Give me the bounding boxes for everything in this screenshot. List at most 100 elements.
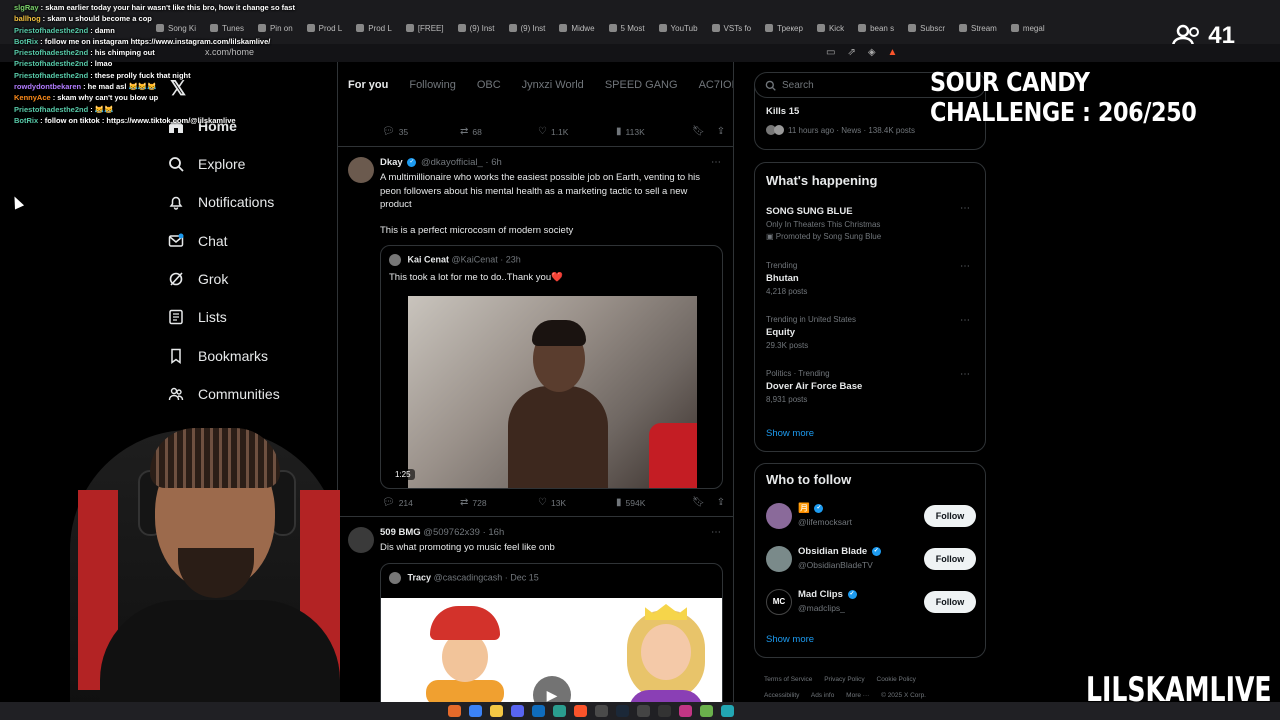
like-button[interactable]: ♡ 1.1K bbox=[538, 126, 616, 137]
follow-suggestion[interactable]: MC Mad Clips ✓ @madclips_ Follow bbox=[766, 587, 976, 617]
author-name[interactable]: Dkay bbox=[380, 157, 403, 168]
trend-item[interactable]: Politics · Trending Dover Air Force Base… bbox=[766, 369, 976, 404]
browser-tab[interactable]: (9) Inst bbox=[452, 18, 501, 38]
footer-accessibility[interactable]: Accessibility bbox=[764, 692, 799, 699]
footer-terms[interactable]: Terms of Service bbox=[764, 676, 812, 683]
shield-icon[interactable]: ◈ bbox=[868, 47, 876, 58]
show-more-follows-link[interactable]: Show more bbox=[766, 634, 814, 645]
play-icon[interactable]: ▶ bbox=[533, 676, 571, 702]
nav-grok[interactable]: Grok bbox=[168, 267, 228, 291]
video-player[interactable] bbox=[408, 296, 697, 488]
nav-lists[interactable]: Lists bbox=[168, 305, 227, 329]
author-name[interactable]: 509 BMG bbox=[380, 527, 421, 538]
share-icon[interactable]: ⇪ bbox=[717, 126, 725, 137]
bookmark-icon[interactable]: 🔖︎ bbox=[692, 126, 705, 137]
nav-notifications[interactable]: Notifications bbox=[168, 190, 274, 214]
follow-button[interactable]: Follow bbox=[924, 591, 976, 613]
trend-item[interactable]: Trending in United States Equity 29.3K p… bbox=[766, 315, 976, 350]
tab-for-you[interactable]: For you bbox=[348, 79, 388, 91]
app-icon[interactable] bbox=[553, 705, 566, 717]
trend-item[interactable]: Trending Bhutan 4,218 posts ⋯ bbox=[766, 261, 976, 296]
app-icon[interactable] bbox=[448, 705, 461, 717]
browser-tab[interactable]: 5 Most bbox=[603, 18, 651, 38]
author-handle[interactable]: @dkayofficial_ · 6h bbox=[421, 157, 502, 168]
mad-clips-logo[interactable]: MC bbox=[766, 589, 792, 615]
footer-privacy[interactable]: Privacy Policy bbox=[824, 676, 864, 683]
nav-label-bookmarks: Bookmarks bbox=[198, 348, 269, 364]
copilot-icon[interactable] bbox=[469, 705, 482, 717]
nav-chat[interactable]: Chat bbox=[168, 229, 228, 253]
folder-icon[interactable] bbox=[490, 705, 503, 717]
browser-tab[interactable]: VSTs fo bbox=[706, 18, 758, 38]
follow-suggestion[interactable]: 🈷️ ✓ @lifemocksart Follow bbox=[766, 501, 976, 531]
app-icon[interactable] bbox=[700, 705, 713, 717]
tab-following[interactable]: Following bbox=[409, 79, 455, 91]
more-icon[interactable]: ⋯ bbox=[960, 315, 970, 326]
tweet-509bmg[interactable]: 509 BMG @509762x39 · 16h ⋯ Dis what prom… bbox=[338, 516, 733, 702]
browser-tab[interactable]: Midwe bbox=[553, 18, 600, 38]
obs-icon[interactable] bbox=[595, 705, 608, 717]
browser-tab[interactable]: Stream bbox=[953, 18, 1003, 38]
bookmark-icon[interactable]: 🔖︎ bbox=[692, 497, 705, 508]
more-icon[interactable]: ⋯ bbox=[960, 261, 970, 272]
reply-button[interactable]: 💬︎ 214 bbox=[382, 497, 460, 508]
discord-icon[interactable] bbox=[511, 705, 524, 717]
repost-button[interactable]: ⇄ 68 bbox=[460, 126, 538, 137]
browser-tab[interactable]: (9) Inst bbox=[503, 18, 552, 38]
avatar[interactable] bbox=[348, 527, 374, 553]
browser-tab[interactable]: [FREE] bbox=[400, 18, 450, 38]
tab-label: 5 Most bbox=[620, 23, 645, 33]
nav-explore[interactable]: Explore bbox=[168, 152, 245, 176]
browser-tab[interactable]: megal bbox=[1005, 18, 1051, 38]
tab-obc[interactable]: OBC bbox=[477, 79, 501, 91]
follow-button[interactable]: Follow bbox=[924, 548, 976, 570]
views-button[interactable]: ▮ 113K bbox=[616, 126, 694, 137]
suggestion-name: 🈷️ ✓ bbox=[798, 503, 824, 514]
footer-cookie[interactable]: Cookie Policy bbox=[877, 676, 916, 683]
avatar[interactable] bbox=[766, 503, 792, 529]
browser-tab[interactable]: Kick bbox=[811, 18, 850, 38]
show-more-trends-link[interactable]: Show more bbox=[766, 428, 814, 439]
views-button[interactable]: ▮ 594K bbox=[616, 497, 694, 508]
follow-suggestion[interactable]: Obsidian Blade ✓ @ObsidianBladeTV Follow bbox=[766, 544, 976, 574]
browser-tab[interactable]: Prod L bbox=[350, 18, 398, 38]
quoted-tweet[interactable]: Kai Cenat @KaiCenat · 23h This took a lo… bbox=[380, 245, 723, 489]
tab-jynxzi-world[interactable]: Jynxzi World bbox=[522, 79, 584, 91]
app-icon[interactable] bbox=[658, 705, 671, 717]
quoted-tweet[interactable]: Tracy @cascadingcash · Dec 15 ▶ bbox=[380, 563, 723, 702]
steam-icon[interactable] bbox=[616, 705, 629, 717]
chat-message: BotRix: follow on tiktok : https://www.t… bbox=[2, 115, 332, 126]
tweet-dkay[interactable]: Dkay ✓ @dkayofficial_ · 6h ⋯ A multimill… bbox=[338, 146, 733, 516]
follow-button[interactable]: Follow bbox=[924, 505, 976, 527]
browser-tab[interactable]: YouTub bbox=[653, 18, 704, 38]
more-icon[interactable]: ⋯ bbox=[711, 157, 721, 168]
more-icon[interactable]: ⋯ bbox=[960, 203, 970, 214]
brave-icon[interactable] bbox=[574, 705, 587, 717]
tab-ac7ionhou[interactable]: AC7IONHOU bbox=[699, 79, 733, 91]
more-icon[interactable]: ⋯ bbox=[711, 527, 721, 538]
author-handle[interactable]: @509762x39 · 16h bbox=[423, 527, 504, 538]
app-icon[interactable] bbox=[637, 705, 650, 717]
share-icon[interactable]: ⇗ bbox=[847, 47, 855, 58]
footer-more[interactable]: More ··· bbox=[846, 692, 869, 699]
browser-tab[interactable]: Subscr bbox=[902, 18, 951, 38]
avatar[interactable] bbox=[348, 157, 374, 183]
repost-button[interactable]: ⇄ 728 bbox=[460, 497, 538, 508]
instagram-icon[interactable] bbox=[679, 705, 692, 717]
app-icon[interactable] bbox=[721, 705, 734, 717]
cartoon-video[interactable]: ▶ bbox=[381, 598, 722, 702]
brave-rewards-icon[interactable]: ▲ bbox=[888, 47, 898, 58]
more-icon[interactable]: ⋯ bbox=[960, 369, 970, 380]
browser-tab[interactable]: bean s bbox=[852, 18, 900, 38]
share-icon[interactable]: ⇪ bbox=[717, 497, 725, 508]
trend-item[interactable]: SONG SUNG BLUE Only In Theaters This Chr… bbox=[766, 203, 976, 241]
reply-button[interactable]: 💬︎ 35 bbox=[382, 126, 460, 137]
tab-speed-gang[interactable]: SPEED GANG bbox=[605, 79, 678, 91]
browser-tab[interactable]: Трекер bbox=[759, 18, 809, 38]
cast-icon[interactable]: ▭ bbox=[826, 47, 835, 58]
footer-ads[interactable]: Ads info bbox=[811, 692, 835, 699]
like-button[interactable]: ♡ 13K bbox=[538, 497, 616, 508]
nav-bookmarks[interactable]: Bookmarks bbox=[168, 344, 268, 368]
avatar[interactable] bbox=[766, 546, 792, 572]
store-icon[interactable] bbox=[532, 705, 545, 717]
